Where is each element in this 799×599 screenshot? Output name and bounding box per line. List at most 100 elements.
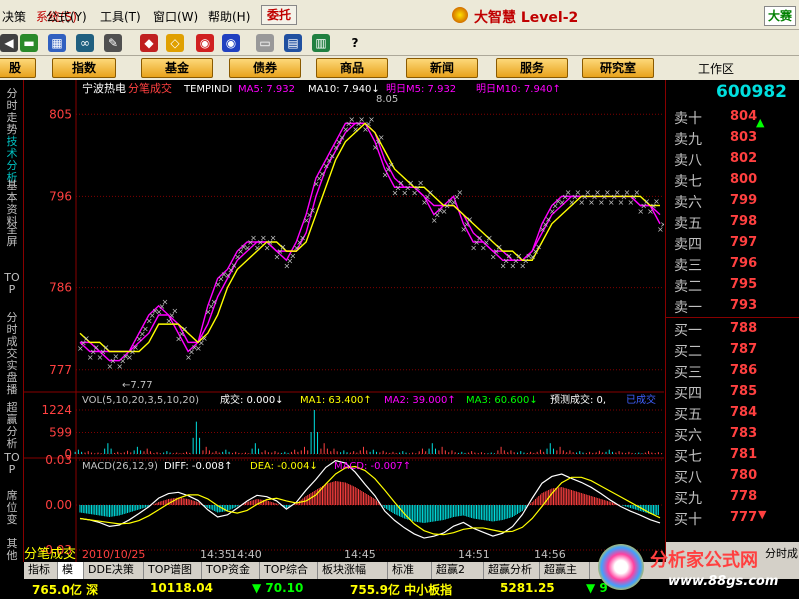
bars-icon[interactable]: ▦ (48, 34, 66, 52)
chart-area[interactable]: 805796786777122459900.030.00-0.03 ××××××… (24, 80, 664, 562)
scroll-down-icon[interactable]: ▼ (758, 508, 766, 521)
ask-level-price[interactable]: 796 (730, 256, 757, 271)
menu-help[interactable]: 帮助(H) (208, 8, 250, 25)
tick-point: × (142, 325, 149, 334)
nav-research[interactable]: 研究室 (582, 58, 654, 78)
menu-formula[interactable]: 公式(Y) (46, 8, 87, 25)
bid-level-price[interactable]: 784 (730, 405, 757, 420)
ask-level-label: 卖六 (674, 195, 702, 211)
tick-point: × (466, 215, 473, 224)
tick-point: × (132, 343, 139, 352)
tick-point: × (594, 188, 601, 197)
ask-level-price[interactable]: 797 (730, 235, 757, 250)
bottom-tab[interactable]: TOP资金 (202, 562, 260, 579)
workspace-label[interactable]: 工作区 (698, 60, 734, 77)
back-icon[interactable]: ◀ (0, 34, 18, 52)
time-label-date: 2010/10/25 (82, 548, 145, 561)
tick-point: × (584, 188, 591, 197)
flag-icon[interactable]: ▬ (20, 34, 38, 52)
bid-level-price[interactable]: 781 (730, 447, 757, 462)
status-sz-index: 10118.04 (150, 581, 214, 595)
vol-ma2: MA2: 39.000↑ (384, 395, 456, 406)
print-icon[interactable]: ▭ (256, 34, 274, 52)
tab-intraday[interactable]: 分时走势 (4, 88, 20, 136)
nav-index[interactable]: 指数 (52, 58, 116, 78)
tick-trade-tag[interactable]: 分笔成交 (24, 546, 76, 562)
nav-fund[interactable]: 基金 (141, 58, 213, 78)
ask-level-price[interactable]: 799 (730, 193, 757, 208)
bid-level-label: 买一 (674, 323, 702, 339)
ask-level-price[interactable]: 793 (730, 298, 757, 313)
time-label-1: 14:35 (200, 548, 232, 561)
entrust-button[interactable]: 委托 (261, 5, 297, 25)
nav-service[interactable]: 服务 (496, 58, 568, 78)
tab-fundamental[interactable]: 基本资料 (4, 180, 20, 228)
bid-level-price[interactable]: 783 (730, 426, 757, 441)
vol-tick: 1224 (41, 403, 72, 417)
tab-live[interactable]: 实盘播 (4, 360, 20, 396)
bid-level-price[interactable]: 788 (730, 321, 757, 336)
pencil-icon[interactable]: ✎ (104, 34, 122, 52)
diamond-icon[interactable]: ◇ (166, 34, 184, 52)
tick-point: × (457, 188, 464, 197)
ask-level-price[interactable]: 804 (730, 109, 757, 124)
bottom-tab[interactable]: TOP综合 (260, 562, 318, 579)
ask-level-price[interactable]: 803 (730, 130, 757, 145)
bottom-tab[interactable]: 板块涨幅 (318, 562, 388, 579)
chat-red-icon[interactable]: ◉ (196, 34, 214, 52)
tick-point: × (348, 115, 355, 124)
tab-technical[interactable]: 技术分析 (4, 136, 20, 184)
bottom-tab[interactable]: 超赢分析 (484, 562, 540, 579)
price-tick: 796 (49, 189, 72, 203)
bid-level-label: 买四 (674, 386, 702, 402)
binoculars-icon[interactable]: ∞ (76, 34, 94, 52)
contest-button[interactable]: 大赛 (764, 6, 797, 26)
ask-level-price[interactable]: 802 (730, 151, 757, 166)
help-cursor-icon[interactable]: ? (346, 34, 364, 52)
tab-fullscreen[interactable]: 全屏 (4, 224, 20, 248)
nav-bond[interactable]: 债券 (229, 58, 301, 78)
time-label-2: 14:40 (230, 548, 262, 561)
menu-window[interactable]: 窗口(W) (153, 8, 198, 25)
bid-level-price[interactable]: 787 (730, 342, 757, 357)
ask-level-price[interactable]: 795 (730, 277, 757, 292)
nav-commodity[interactable]: 商品 (316, 58, 388, 78)
ask-level-price[interactable]: 798 (730, 214, 757, 229)
tab-other[interactable]: 其他 (4, 538, 20, 562)
bottom-tab[interactable]: 指标 (24, 562, 58, 579)
tick-point: × (378, 133, 385, 142)
tick-point: × (368, 115, 375, 124)
bid-level-price[interactable]: 778 (730, 489, 757, 504)
tab-seat[interactable]: 席位变 (4, 490, 20, 526)
tick-point: × (535, 243, 542, 252)
tab-top[interactable]: TOP (4, 272, 20, 296)
menu-decision[interactable]: 决策 (2, 8, 26, 25)
bottom-tab[interactable]: 超赢主 (540, 562, 590, 579)
bottom-tab[interactable]: 标准 (388, 562, 432, 579)
bid-level-price[interactable]: 777 (730, 510, 757, 525)
bid-level-label: 买五 (674, 407, 702, 423)
bid-level-price[interactable]: 786 (730, 363, 757, 378)
window-icon[interactable]: ▤ (284, 34, 302, 52)
tick-point: × (388, 160, 395, 169)
books-icon[interactable]: ▥ (312, 34, 330, 52)
nav-stock[interactable]: 股 (0, 58, 36, 78)
tick-point: × (171, 306, 178, 315)
tag-icon[interactable]: ◆ (140, 34, 158, 52)
tab-super-analysis[interactable]: 超赢分析 (4, 402, 20, 450)
menu-tools[interactable]: 工具(T) (100, 8, 141, 25)
tab-tick-trade[interactable]: 分时成交 (4, 312, 20, 360)
bid-level-price[interactable]: 780 (730, 468, 757, 483)
tick-point: × (545, 215, 552, 224)
tick-point: × (496, 243, 503, 252)
bottom-tab[interactable]: TOP谱图 (144, 562, 202, 579)
bid-level-price[interactable]: 785 (730, 384, 757, 399)
bottom-tab[interactable]: 模板 (58, 562, 84, 592)
up-arrow-icon[interactable]: ▲ (756, 116, 764, 129)
nav-news[interactable]: 新闻 (406, 58, 478, 78)
tab-top-2[interactable]: TOP (4, 452, 20, 476)
ask-level-price[interactable]: 800 (730, 172, 757, 187)
bottom-tab[interactable]: DDE决策 (84, 562, 144, 579)
chat-blue-icon[interactable]: ◉ (222, 34, 240, 52)
bottom-tab[interactable]: 超赢2 (432, 562, 484, 579)
